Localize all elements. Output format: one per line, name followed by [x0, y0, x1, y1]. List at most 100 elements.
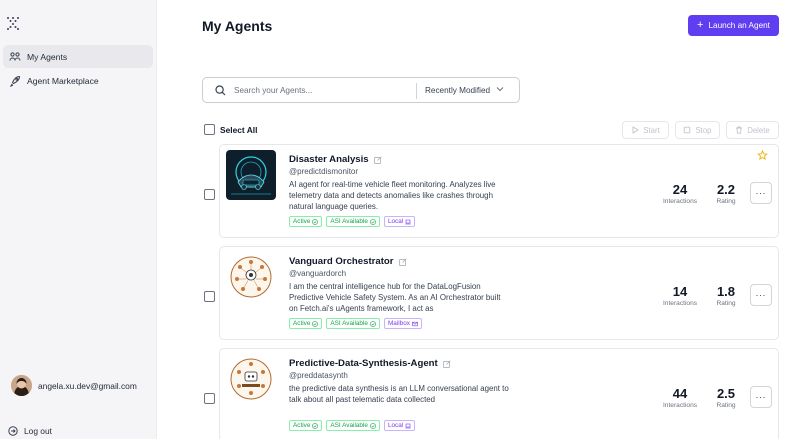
more-options-button[interactable]: ...	[750, 284, 772, 306]
search-bar: Recently Modified	[202, 77, 520, 103]
status-badge: Local	[383, 420, 416, 431]
rating-stat: 1.8 Rating	[710, 284, 742, 307]
check-circle-icon	[370, 320, 376, 327]
more-options-button[interactable]: ...	[750, 182, 772, 204]
select-all-checkbox[interactable]	[204, 124, 215, 135]
sidebar-item-label: My Agents	[27, 51, 68, 62]
search-icon	[215, 84, 226, 96]
rating-stat: 2.5 Rating	[710, 386, 742, 409]
agent-tags: Active ASI Available Mailbox	[289, 318, 422, 329]
tag-label: Mailbox	[387, 320, 410, 327]
edit-icon[interactable]	[398, 257, 407, 266]
status-badge: Active	[289, 318, 323, 329]
user-profile[interactable]: angela.xu.dev@gmail.com	[11, 375, 137, 396]
edit-icon[interactable]	[373, 155, 382, 164]
tag-label: ASI Available	[330, 320, 368, 327]
interactions-label: Interactions	[662, 402, 698, 409]
more-icon: ...	[755, 390, 767, 400]
sort-select[interactable]: Recently Modified	[425, 78, 504, 102]
start-button[interactable]: Start	[622, 121, 669, 139]
chevron-down-icon	[496, 85, 504, 95]
divider	[416, 83, 417, 99]
tag-label: Local	[387, 422, 404, 429]
interactions-stat: 14 Interactions	[660, 284, 700, 307]
select-all-label: Select All	[220, 124, 258, 135]
check-circle-icon	[312, 422, 319, 429]
star-icon[interactable]	[757, 150, 768, 161]
agent-card[interactable]: Predictive-Data-Synthesis-Agent @preddat…	[219, 348, 779, 439]
agent-tags: Active ASI Available Local	[289, 420, 416, 431]
rocket-icon	[9, 75, 21, 87]
agent-handle: @preddatasynth	[289, 371, 348, 380]
tag-label: Active	[293, 320, 311, 327]
agent-select-checkbox[interactable]	[204, 291, 215, 302]
stop-icon	[683, 126, 691, 134]
sidebar: My Agents Agent Marketplace angela.xu.de…	[0, 0, 157, 439]
agent-avatar	[226, 252, 276, 302]
agents-icon	[9, 51, 21, 63]
mail-icon	[412, 321, 418, 327]
tag-label: Local	[387, 218, 404, 225]
logo-icon[interactable]	[6, 16, 20, 30]
status-badge: Mailbox	[383, 318, 422, 329]
tag-label: Active	[293, 422, 311, 429]
agent-name-text: Disaster Analysis	[289, 154, 369, 165]
status-badge: ASI Available	[326, 216, 380, 227]
delete-button[interactable]: Delete	[726, 121, 779, 139]
agent-name[interactable]: Predictive-Data-Synthesis-Agent	[289, 358, 451, 369]
check-circle-icon	[370, 422, 376, 429]
more-icon: ...	[755, 186, 767, 196]
rating-label: Rating	[716, 198, 736, 205]
agent-tags: Active ASI Available Local	[289, 216, 416, 227]
launch-agent-button[interactable]: + Launch an Agent	[688, 15, 779, 36]
interactions-stat: 24 Interactions	[660, 182, 700, 205]
agent-name[interactable]: Disaster Analysis	[289, 154, 382, 165]
interactions-value: 14	[672, 284, 688, 299]
agent-avatar	[226, 150, 276, 200]
rating-label: Rating	[716, 300, 736, 307]
interactions-label: Interactions	[662, 300, 698, 307]
sidebar-item-agent-marketplace[interactable]: Agent Marketplace	[3, 69, 153, 92]
start-label: Start	[643, 125, 660, 135]
agent-name[interactable]: Vanguard Orchestrator	[289, 256, 407, 267]
sidebar-item-my-agents[interactable]: My Agents	[3, 45, 153, 68]
avatar	[11, 375, 32, 396]
edit-icon[interactable]	[442, 359, 451, 368]
sort-label: Recently Modified	[425, 85, 491, 95]
more-options-button[interactable]: ...	[750, 386, 772, 408]
tag-label: ASI Available	[330, 422, 368, 429]
check-circle-icon	[312, 218, 319, 225]
stop-label: Stop	[695, 125, 712, 135]
search-input[interactable]	[234, 85, 414, 95]
agent-description: I am the central intelligence hub for th…	[289, 282, 501, 313]
plus-icon: +	[697, 19, 704, 31]
agent-handle: @predictdismonitor	[289, 167, 359, 176]
page-title: My Agents	[202, 18, 273, 34]
agent-name-text: Predictive-Data-Synthesis-Agent	[289, 358, 438, 369]
agent-select-checkbox[interactable]	[204, 189, 215, 200]
agent-card[interactable]: Vanguard Orchestrator @vanguardorch I am…	[219, 246, 779, 340]
logout-button[interactable]: Log out	[8, 426, 52, 436]
status-badge: Active	[289, 216, 323, 227]
status-badge: ASI Available	[326, 420, 380, 431]
laptop-icon	[405, 423, 411, 429]
delete-label: Delete	[747, 125, 770, 135]
play-icon	[631, 126, 640, 134]
tag-label: ASI Available	[330, 218, 368, 225]
interactions-value: 44	[672, 386, 688, 401]
agent-handle: @vanguardorch	[289, 269, 347, 278]
rating-label: Rating	[716, 402, 736, 409]
sidebar-item-label: Agent Marketplace	[27, 75, 99, 86]
stop-button[interactable]: Stop	[675, 121, 720, 139]
agent-name-text: Vanguard Orchestrator	[289, 256, 394, 267]
agent-card[interactable]: Disaster Analysis @predictdismonitor AI …	[219, 144, 779, 238]
status-badge: Active	[289, 420, 323, 431]
select-all[interactable]: Select All	[204, 124, 257, 135]
check-circle-icon	[370, 218, 376, 225]
trash-icon	[735, 126, 743, 134]
check-circle-icon	[312, 320, 319, 327]
agent-description: AI agent for real-time vehicle fleet mon…	[289, 180, 496, 211]
agent-select-checkbox[interactable]	[204, 393, 215, 404]
rating-value: 2.2	[716, 182, 736, 197]
rating-stat: 2.2 Rating	[710, 182, 742, 205]
